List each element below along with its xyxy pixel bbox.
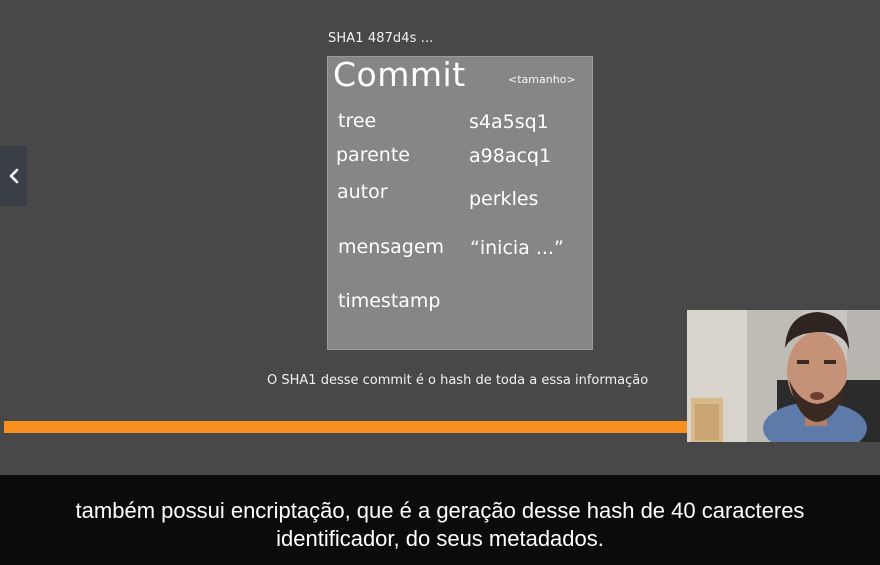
progress-bar[interactable] xyxy=(4,421,690,433)
field-value-tree: s4a5sq1 xyxy=(469,111,549,133)
field-label-tree: tree xyxy=(338,110,377,132)
sha-label: SHA1 487d4s ... xyxy=(328,31,434,46)
previous-slide-button[interactable] xyxy=(0,146,27,206)
field-label-autor: autor xyxy=(337,181,388,203)
subtitle-line-1: também possui encriptação, que é a geraç… xyxy=(75,498,805,523)
presentation-slide: SHA1 487d4s ... Commit <tamanho> tree s4… xyxy=(0,0,880,475)
commit-title: Commit xyxy=(333,55,466,94)
field-value-mensagem: “inicia ...” xyxy=(470,237,564,259)
chevron-left-icon xyxy=(9,168,18,184)
subtitle-bar: também possui encriptação, que é a geraç… xyxy=(0,475,880,565)
field-value-parente: a98acq1 xyxy=(469,145,552,167)
field-value-autor: perkles xyxy=(469,188,539,210)
commit-size-label: <tamanho> xyxy=(508,73,576,86)
subtitle-line-2: identificador, do seus metadados. xyxy=(276,526,604,551)
presenter-video-image xyxy=(687,310,880,442)
field-label-mensagem: mensagem xyxy=(338,236,445,258)
field-label-parente: parente xyxy=(336,144,410,166)
commit-object-box: Commit <tamanho> tree s4a5sq1 parente a9… xyxy=(327,55,593,350)
field-label-timestamp: timestamp xyxy=(338,290,441,312)
presenter-webcam xyxy=(687,310,880,442)
explanation-text: O SHA1 desse commit é o hash de toda a e… xyxy=(267,373,649,388)
